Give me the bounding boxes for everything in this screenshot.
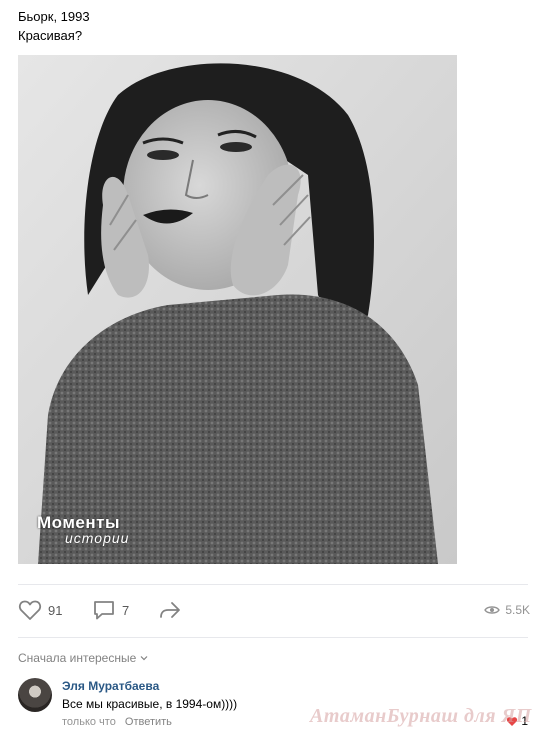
post-text: Бьорк, 1993 Красивая? <box>18 7 90 45</box>
comments-sort-label: Сначала интересные <box>18 651 137 665</box>
views-counter: 5.5K <box>484 598 530 622</box>
chevron-down-icon <box>140 656 148 661</box>
post-actions: 91 7 5.5K <box>18 598 530 622</box>
share-button[interactable] <box>158 598 182 622</box>
comments-sort-dropdown[interactable]: Сначала интересные <box>18 651 148 665</box>
post-divider <box>18 584 528 585</box>
eye-icon <box>484 606 501 614</box>
comment-button[interactable]: 7 <box>92 598 129 622</box>
comment-count: 7 <box>122 602 130 618</box>
reply-button[interactable]: Ответить <box>125 716 172 728</box>
share-icon <box>160 602 180 618</box>
comment-icon <box>94 601 114 620</box>
photo-watermark: Моменты истории <box>35 513 153 549</box>
site-watermark: АтаманБурнаш для ЯП <box>310 705 532 727</box>
like-button[interactable]: 91 <box>18 598 62 622</box>
post-photo[interactable]: Моменты истории <box>18 55 457 564</box>
photo-watermark-subtitle: истории <box>65 530 130 546</box>
comment-time: только что <box>62 716 116 728</box>
like-count: 91 <box>48 602 63 618</box>
photo-illustration <box>18 55 457 564</box>
comment-author[interactable]: Эля Муратбаева <box>62 679 159 693</box>
comment-meta: только что Ответить <box>62 716 172 728</box>
comments-divider <box>18 637 528 638</box>
post-line-1: Бьорк, 1993 <box>18 9 90 24</box>
post-line-2: Красивая? <box>18 28 83 43</box>
views-count: 5.5K <box>505 603 530 617</box>
avatar[interactable] <box>18 678 52 712</box>
comment-text: Все мы красивые, в 1994-ом)))) <box>62 697 238 711</box>
heart-icon <box>18 600 42 620</box>
